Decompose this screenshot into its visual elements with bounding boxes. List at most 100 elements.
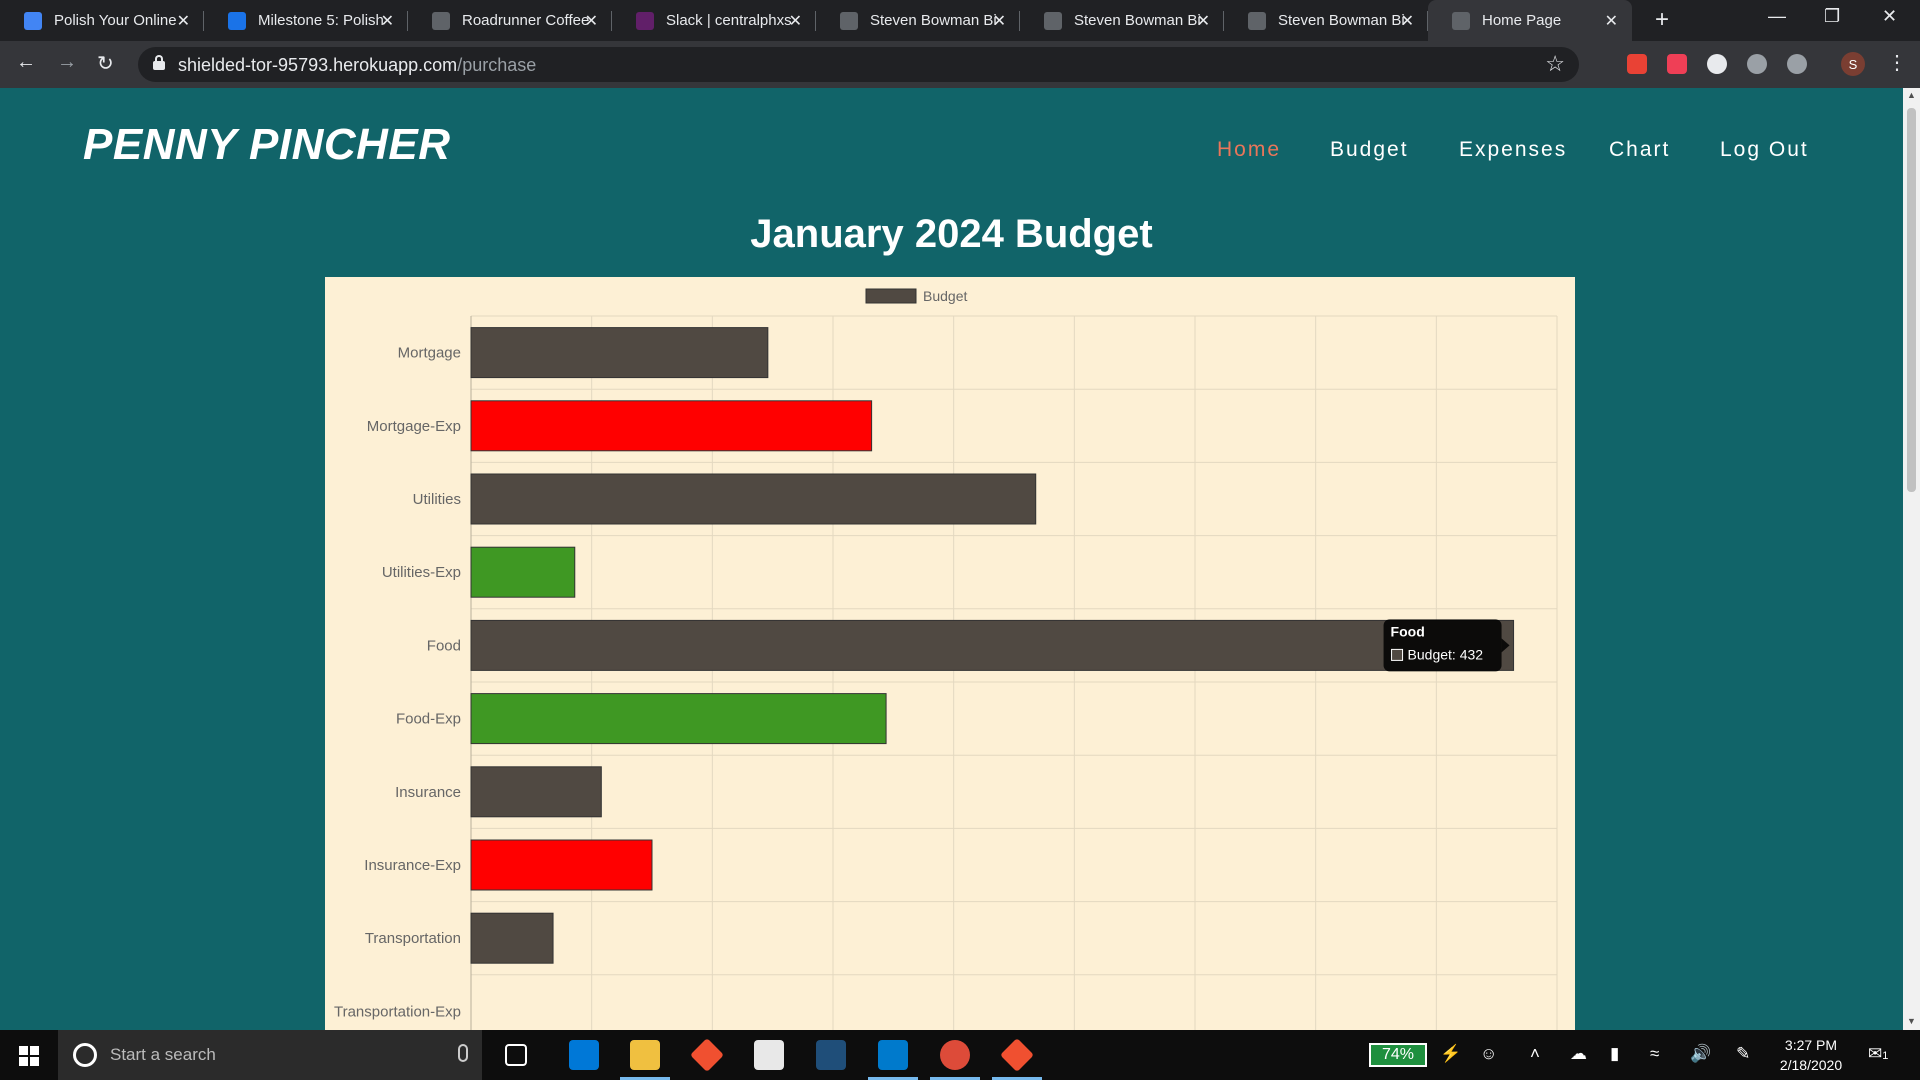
bookmark-star-icon[interactable]: ☆ <box>1545 51 1565 77</box>
tab-title: Steven Bowman Bi <box>1278 12 1405 29</box>
reload-icon[interactable]: ↻ <box>97 51 114 76</box>
close-tab-icon[interactable]: ✕ <box>585 11 598 31</box>
browser-tab[interactable]: Steven Bowman Bi ✕ <box>816 0 1020 41</box>
tab-title: Home Page <box>1482 12 1562 29</box>
nav-chart[interactable]: Chart <box>1609 138 1670 162</box>
close-tab-icon[interactable]: ✕ <box>1401 11 1414 31</box>
browser-tab[interactable]: Roadrunner Coffee ✕ <box>408 0 612 41</box>
category-label: Transportation <box>365 930 461 947</box>
bar-insurance[interactable] <box>470 766 602 818</box>
budget-chart: Budget Mortgage Mortgage-Exp Utilities Utili… <box>325 277 1575 1030</box>
nav-budget[interactable]: Budget <box>1330 138 1409 162</box>
show-hidden-icons[interactable]: ˄ <box>1530 1044 1540 1064</box>
file-explorer-icon[interactable] <box>630 1040 660 1070</box>
category-label: Insurance-Exp <box>364 857 461 874</box>
browser-tab[interactable]: Polish Your Online ✕ <box>0 0 204 41</box>
extension-circle-icon[interactable] <box>1707 54 1727 74</box>
globe-icon <box>840 11 858 30</box>
close-window-icon[interactable]: ✕ <box>1882 6 1897 27</box>
mail-icon[interactable] <box>754 1040 784 1070</box>
brand-logo[interactable]: PENNY PINCHER <box>83 120 451 170</box>
browser-tab[interactable]: Steven Bowman Bi ✕ <box>1020 0 1224 41</box>
store-icon[interactable] <box>569 1040 599 1070</box>
volume-icon[interactable]: 🔊 <box>1690 1044 1711 1064</box>
taskbar-search[interactable]: Start a search <box>58 1030 482 1080</box>
bar-utilities-exp[interactable] <box>470 546 576 598</box>
browser-tab-strip: Polish Your Online ✕ Milestone 5: Polish ✕ R… <box>0 0 1920 41</box>
chrome-icon[interactable] <box>940 1040 970 1070</box>
pocket-icon[interactable] <box>1667 54 1687 74</box>
profile-avatar[interactable]: S <box>1841 52 1865 76</box>
power-plug-icon: ⚡ <box>1440 1044 1462 1063</box>
scroll-up-icon[interactable]: ▲ <box>1907 90 1916 100</box>
bar-transportation[interactable] <box>470 912 554 964</box>
scroll-down-icon[interactable]: ▼ <box>1907 1016 1916 1026</box>
bar-chart-svg[interactable]: Budget Mortgage Mortgage-Exp Utilities Utili… <box>325 277 1575 1030</box>
category-label: Mortgage-Exp <box>367 418 461 435</box>
url-text[interactable]: shielded-tor-95793.herokuapp.com/purchas… <box>178 55 536 76</box>
pen-workspace-icon[interactable]: ✎ <box>1736 1044 1750 1064</box>
vscode-icon[interactable] <box>878 1040 908 1070</box>
git-gui-icon[interactable] <box>1000 1038 1034 1072</box>
bar-food-exp[interactable] <box>470 693 887 745</box>
taskbar-clock[interactable]: 3:27 PM 2/18/2020 <box>1776 1035 1846 1075</box>
bar-mortgage[interactable] <box>470 327 769 379</box>
bar-utilities[interactable] <box>470 473 1037 525</box>
page-scrollbar[interactable]: ▲ ▼ <box>1903 88 1920 1030</box>
notification-center-icon[interactable]: ✉1 <box>1868 1044 1888 1064</box>
battery-indicator[interactable]: 74% <box>1369 1043 1427 1067</box>
menu-kebab-icon[interactable]: ⋮ <box>1887 50 1907 75</box>
windows-taskbar: Start a search 74% ⚡ ☺ ˄ ☁ ▮ ≈ 🔊 ✎ 3:27 … <box>0 1030 1920 1080</box>
search-placeholder: Start a search <box>110 1045 216 1064</box>
bar-food[interactable] <box>470 619 1515 671</box>
tooltip-title: Food <box>1391 623 1425 639</box>
tooltip-label: Budget: 432 <box>1408 646 1484 662</box>
legend-swatch-budget <box>865 288 917 304</box>
minimize-icon[interactable]: — <box>1768 6 1786 27</box>
category-label: Mortgage <box>398 345 461 362</box>
battery-tray-icon[interactable]: ▮ <box>1610 1044 1619 1064</box>
microphone-icon[interactable] <box>458 1044 468 1062</box>
close-tab-icon[interactable]: ✕ <box>177 11 190 31</box>
new-tab-button[interactable]: + <box>1655 6 1669 34</box>
restore-icon[interactable]: ❐ <box>1824 6 1840 27</box>
onedrive-cloud-icon[interactable]: ☁ <box>1570 1044 1587 1064</box>
nav-home[interactable]: Home <box>1217 138 1281 162</box>
page-title: January 2024 Budget <box>750 212 1153 256</box>
nav-log-out[interactable]: Log Out <box>1720 138 1809 162</box>
git-icon[interactable] <box>690 1038 724 1072</box>
bar-insurance-exp[interactable] <box>470 839 653 891</box>
wifi-icon[interactable]: ≈ <box>1650 1044 1659 1064</box>
browser-tab[interactable]: Milestone 5: Polish ✕ <box>204 0 408 41</box>
mysql-icon[interactable] <box>816 1040 846 1070</box>
close-tab-icon[interactable]: ✕ <box>789 11 802 31</box>
web-page: PENNY PINCHER Home Budget Expenses Chart… <box>0 88 1903 1030</box>
category-label: Utilities-Exp <box>382 564 461 581</box>
forward-icon[interactable]: → <box>57 51 77 74</box>
react-devtools-icon[interactable] <box>1787 54 1807 74</box>
nav-expenses[interactable]: Expenses <box>1459 138 1567 162</box>
close-tab-icon[interactable]: ✕ <box>381 11 394 31</box>
legend-label-budget: Budget <box>923 288 967 304</box>
close-tab-icon[interactable]: ✕ <box>1197 11 1210 31</box>
close-tab-icon[interactable]: ✕ <box>993 11 1006 31</box>
address-bar[interactable]: shielded-tor-95793.herokuapp.com/purchas… <box>138 47 1579 82</box>
windows-start-icon[interactable] <box>19 1046 39 1066</box>
browser-tab[interactable]: Slack | centralphxs ✕ <box>612 0 816 41</box>
task-view-icon[interactable] <box>505 1044 527 1066</box>
tab-title: Roadrunner Coffee <box>462 12 590 29</box>
globe-icon <box>1452 11 1470 30</box>
browser-toolbar: ← → ↻ shielded-tor-95793.herokuapp.com/p… <box>0 41 1920 88</box>
extension-icon[interactable] <box>1627 54 1647 74</box>
category-label: Food <box>427 637 461 654</box>
bar-mortgage-exp[interactable] <box>470 400 873 452</box>
cortana-icon <box>73 1043 97 1067</box>
browser-tab[interactable]: Home Page ✕ <box>1428 0 1632 41</box>
close-tab-icon[interactable]: ✕ <box>1605 11 1618 31</box>
people-icon[interactable]: ☺ <box>1480 1044 1497 1064</box>
tooltip-swatch <box>1391 648 1404 661</box>
scroll-thumb[interactable] <box>1907 108 1916 492</box>
back-icon[interactable]: ← <box>16 51 36 74</box>
browser-tab[interactable]: Steven Bowman Bi ✕ <box>1224 0 1428 41</box>
settings-gear-icon[interactable] <box>1747 54 1767 74</box>
